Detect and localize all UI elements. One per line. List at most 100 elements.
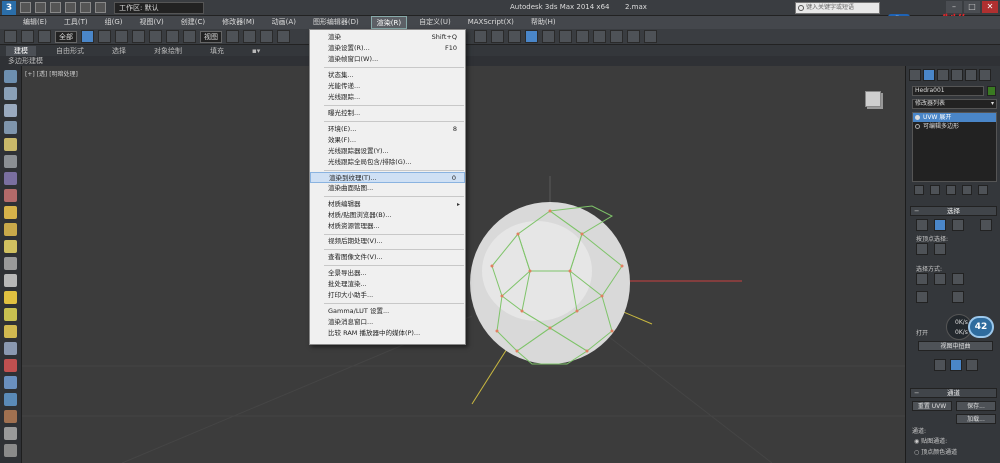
unlink-icon[interactable] — [38, 30, 51, 43]
selection-filter-select[interactable]: 全部 — [55, 30, 77, 43]
layer-manager-icon[interactable] — [525, 30, 538, 43]
viewport-label[interactable]: [+] [透] [明暗处理] — [25, 69, 78, 78]
tool-icon-11[interactable] — [4, 240, 17, 253]
edge-subobject-icon[interactable] — [934, 219, 946, 231]
tab-modeling[interactable]: 建模 — [6, 45, 36, 56]
menu-item-material-browser[interactable]: 材质/贴图浏览器(B)... — [310, 210, 465, 221]
uv-tool-icon-2[interactable] — [950, 359, 962, 371]
tool-icon-7[interactable] — [4, 172, 17, 185]
angle-snap-icon[interactable] — [277, 30, 290, 43]
menu-item-exposure-control[interactable]: 曝光控制... — [310, 108, 465, 119]
tool-icon-6[interactable] — [4, 155, 17, 168]
show-end-result-icon[interactable] — [930, 185, 940, 195]
tool-icon-23[interactable] — [4, 444, 17, 457]
object-color-swatch[interactable] — [987, 86, 996, 96]
open-file-icon[interactable] — [35, 2, 46, 13]
mirror-icon[interactable] — [491, 30, 504, 43]
tool-icon-19[interactable] — [4, 376, 17, 389]
map-channel-radio[interactable]: ◉ 贴图通道: — [914, 436, 947, 445]
tool-icon-14[interactable] — [4, 291, 17, 304]
tab-object-paint[interactable]: 对象绘制 — [146, 46, 190, 56]
stack-item-unwrap-uvw[interactable]: UVW 展开 — [913, 113, 996, 122]
menu-item-video-post[interactable]: 视频后期处理(V)... — [310, 236, 465, 247]
menu-maxscript[interactable]: MAXScript(X) — [463, 16, 519, 29]
menu-item-radiosity[interactable]: 光能传递... — [310, 81, 465, 92]
tool-icon-15[interactable] — [4, 308, 17, 321]
menu-tools[interactable]: 工具(T) — [59, 16, 93, 29]
select-mode-icon-3[interactable] — [952, 273, 964, 285]
ribbon-options-icon[interactable]: ▪▾ — [244, 47, 268, 55]
pivot-icon[interactable] — [226, 30, 239, 43]
material-editor-icon[interactable] — [593, 30, 606, 43]
save-icon[interactable] — [50, 2, 61, 13]
select-by-vertex-icon[interactable] — [916, 243, 928, 255]
tool-icon-9[interactable] — [4, 206, 17, 219]
menu-item-raytracer-settings[interactable]: 光线跟踪器设置(Y)... — [310, 146, 465, 157]
vertex-subobject-icon[interactable] — [916, 219, 928, 231]
select-object-icon[interactable] — [81, 30, 94, 43]
menu-item-material-editor[interactable]: 材质编辑器 ▸ — [310, 199, 465, 210]
select-mode-icon-4[interactable] — [916, 291, 928, 303]
create-tab-icon[interactable] — [909, 69, 921, 81]
uv-tool-icon-1[interactable] — [934, 359, 946, 371]
move-icon[interactable] — [149, 30, 162, 43]
menu-item-render-frame-window[interactable]: 渲染帧窗口(W)... — [310, 54, 465, 65]
curve-editor-icon[interactable] — [559, 30, 572, 43]
remove-modifier-icon[interactable] — [962, 185, 972, 195]
workspace-select[interactable]: 工作区: 默认 — [114, 1, 204, 14]
save-button[interactable]: 保存... — [956, 401, 996, 411]
coord-system-select[interactable]: 视图 — [200, 30, 222, 43]
menu-item-print-size-wizard[interactable]: 打印大小助手... — [310, 290, 465, 301]
link-icon[interactable] — [21, 30, 34, 43]
tool-icon-22[interactable] — [4, 427, 17, 440]
uv-tool-icon-3[interactable] — [966, 359, 978, 371]
undo-icon[interactable] — [4, 30, 17, 43]
tool-icon-12[interactable] — [4, 257, 17, 270]
vertex-color-radio[interactable]: ○ 顶点颜色通道 — [914, 447, 957, 456]
menu-item-environment[interactable]: 环境(E)... 8 — [310, 124, 465, 135]
manipulate-icon[interactable] — [243, 30, 256, 43]
light-bulb-icon[interactable] — [915, 115, 920, 120]
menu-item-render-to-texture[interactable]: 渲染到纹理(T)... 0 — [310, 172, 465, 183]
menu-customize[interactable]: 自定义(U) — [414, 16, 456, 29]
app-logo-icon[interactable]: 3 — [2, 0, 16, 15]
configure-sets-icon[interactable] — [978, 185, 988, 195]
tool-icon-16[interactable] — [4, 325, 17, 338]
menu-group[interactable]: 组(G) — [100, 16, 128, 29]
tool-icon-3[interactable] — [4, 104, 17, 117]
modifier-list-select[interactable]: 修改器列表 ▾ — [912, 99, 997, 109]
stack-item-editable-poly[interactable]: 可编辑多边形 — [913, 122, 996, 131]
channel-rollout[interactable]: 通道 — [910, 388, 997, 398]
utilities-tab-icon[interactable] — [979, 69, 991, 81]
tool-icon-21[interactable] — [4, 410, 17, 423]
snap-icon[interactable] — [260, 30, 273, 43]
schematic-view-icon[interactable] — [576, 30, 589, 43]
menu-item-compare-ram-player[interactable]: 比较 RAM 播放器中的媒体(P)... — [310, 328, 465, 339]
graphite-toggle-icon[interactable] — [542, 30, 555, 43]
polygon-subobject-icon[interactable] — [952, 219, 964, 231]
redo-icon[interactable] — [80, 2, 91, 13]
menu-item-light-tracer[interactable]: 光线跟踪... — [310, 92, 465, 103]
tool-icon-5[interactable] — [4, 138, 17, 151]
percent-snap-icon[interactable] — [474, 30, 487, 43]
hedra-sphere[interactable] — [470, 202, 630, 365]
tool-icon-17[interactable] — [4, 342, 17, 355]
menu-item-render[interactable]: 渲染 Shift+Q — [310, 32, 465, 43]
pin-stack-icon[interactable] — [914, 185, 924, 195]
menu-item-state-sets[interactable]: 状态集... — [310, 70, 465, 81]
select-mode-icon-2[interactable] — [934, 273, 946, 285]
new-file-icon[interactable] — [20, 2, 31, 13]
select-by-edge-icon[interactable] — [934, 243, 946, 255]
tab-selection[interactable]: 选择 — [104, 46, 134, 56]
menu-item-batch-render[interactable]: 批处理渲染... — [310, 279, 465, 290]
tool-icon-2[interactable] — [4, 87, 17, 100]
select-mode-icon-5[interactable] — [952, 291, 964, 303]
tool-icon-8[interactable] — [4, 189, 17, 202]
viewcube-icon[interactable] — [865, 91, 881, 107]
menu-edit[interactable]: 编辑(E) — [18, 16, 52, 29]
selection-rollout[interactable]: 选择 — [910, 206, 997, 216]
project-folder-icon[interactable] — [95, 2, 106, 13]
menu-item-panorama-exporter[interactable]: 全景导出器... — [310, 268, 465, 279]
menu-item-render-message-window[interactable]: 渲染消息窗口... — [310, 317, 465, 328]
tool-icon-1[interactable] — [4, 70, 17, 83]
